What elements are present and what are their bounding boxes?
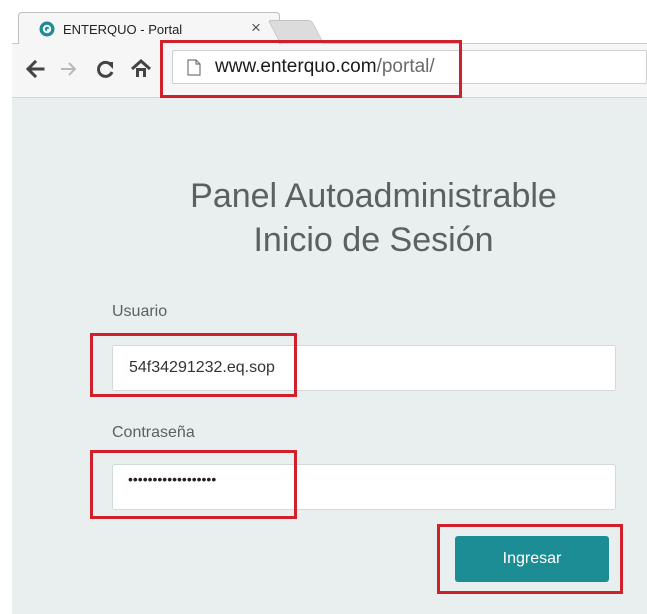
browser-tab[interactable]: ENTERQUO - Portal × xyxy=(18,12,280,45)
tab-title: ENTERQUO - Portal xyxy=(63,22,183,37)
page-title-line-2: Inicio de Sesión xyxy=(253,221,494,259)
home-icon[interactable] xyxy=(130,56,152,82)
enterquo-favicon-icon xyxy=(39,21,55,37)
password-label: Contraseña xyxy=(112,424,195,441)
page-icon xyxy=(187,59,201,76)
login-page: Panel Autoadministrable Inicio de Sesión… xyxy=(12,98,647,614)
username-input[interactable] xyxy=(112,345,616,391)
back-arrow-icon[interactable] xyxy=(24,56,46,82)
tab-strip: ENTERQUO - Portal × xyxy=(12,0,647,45)
tab-close-icon[interactable]: × xyxy=(251,19,261,37)
page-title: Panel Autoadministrable Inicio de Sesión xyxy=(12,174,647,262)
browser-toolbar: www.enterquo.com/portal/ xyxy=(12,44,647,98)
address-bar[interactable]: www.enterquo.com/portal/ xyxy=(172,50,647,84)
login-submit-button[interactable]: Ingresar xyxy=(455,536,609,582)
url-path: /portal/ xyxy=(376,56,435,77)
page-title-line-1: Panel Autoadministrable xyxy=(190,177,557,215)
username-label: Usuario xyxy=(112,303,168,320)
url-text: www.enterquo.com/portal/ xyxy=(215,56,435,78)
reload-icon[interactable] xyxy=(94,56,116,82)
forward-arrow-icon[interactable] xyxy=(58,56,80,82)
browser-window: ENTERQUO - Portal × www.enterquo.com/por… xyxy=(12,0,647,98)
url-host: www.enterquo.com xyxy=(215,56,377,77)
password-input[interactable] xyxy=(112,464,616,510)
